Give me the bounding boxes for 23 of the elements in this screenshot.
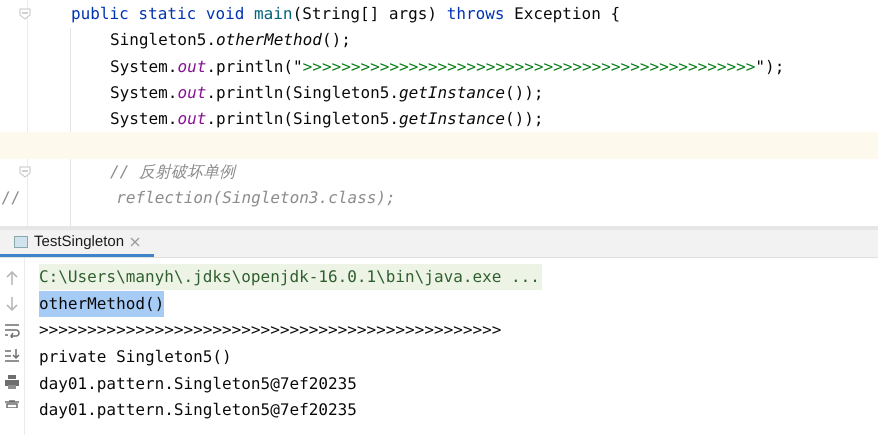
print-icon[interactable] [4,374,20,390]
code-line: // reflection(Singleton3.class); [1,190,396,206]
close-icon[interactable] [130,237,140,247]
console-output: otherMethod() [39,290,164,317]
console-icon [14,236,28,248]
console-output: private Singleton5() [39,346,232,368]
fold-icon[interactable] [19,166,31,178]
code-line: System.out.println(Singleton5.getInstance()); [110,85,544,102]
code-line: System.out.println(Singleton5.getInstance()); [110,111,544,128]
trash-icon[interactable] [4,400,20,408]
code-line: // 反射破坏单例 [110,164,235,180]
console-output: >>>>>>>>>>>>>>>>>>>>>>>>>>>>>>>>>>>>>>>>>>>>>>>> [39,319,502,342]
down-arrow-icon[interactable] [5,296,19,312]
code-line: System.out.println(">>>>>>>>>>>>>>>>>>>>>>>>>>>>>>>>>>>>>>>>>>>>>>>"); [110,58,784,75]
fold-icon[interactable] [19,8,31,20]
code-line: Singleton5.otherMethod(); [110,32,351,48]
code-line: public static void main(String[] args) throws Exception { [71,6,620,22]
console-command: C:\Users\manyh\.jdks\openjdk-16.0.1\bin\java.exe ... [39,264,542,290]
soft-wrap-icon[interactable] [4,322,20,338]
console-output: day01.pattern.Singleton5@7ef20235 [39,372,357,395]
scroll-to-end-icon[interactable] [4,348,20,364]
console-output: day01.pattern.Singleton5@7ef20235 [39,399,357,422]
up-arrow-icon[interactable] [5,270,19,286]
